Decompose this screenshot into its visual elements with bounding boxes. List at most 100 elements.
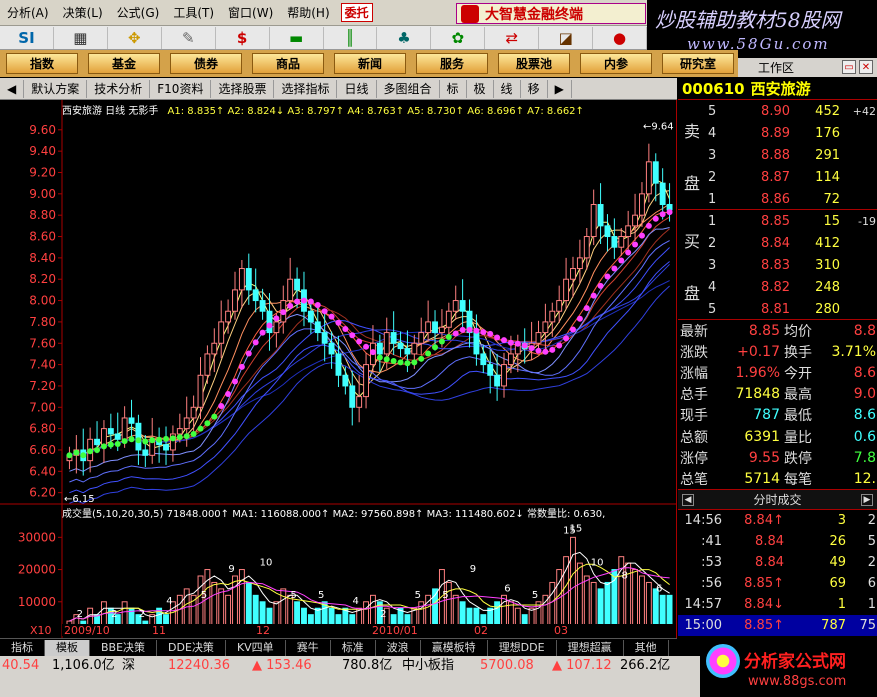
candle-body	[473, 332, 480, 355]
sell-level: 3	[708, 147, 717, 163]
candle-body	[632, 214, 639, 227]
buy-row[interactable]: 4 8.82 248	[708, 276, 877, 298]
indicator-tab[interactable]: 赢模板特	[421, 639, 488, 656]
buy-row[interactable]: 3 8.83 310	[708, 254, 877, 276]
menu-formula[interactable]: 公式(G)	[110, 4, 167, 21]
basket-icon[interactable]: ◪	[539, 26, 594, 49]
move-icon[interactable]: ✥	[108, 26, 162, 49]
sell-row[interactable]: 1 8.86 72	[708, 188, 877, 210]
tool-extreme[interactable]: 极	[467, 79, 494, 98]
quick-insider-button[interactable]: 内参	[580, 53, 652, 74]
quick-fund-button[interactable]: 基金	[88, 53, 160, 74]
candle-body	[383, 332, 390, 355]
menu-window[interactable]: 窗口(W)	[221, 4, 280, 21]
buy-level: 5	[708, 301, 717, 317]
logo-88gs: 分析家公式网 www.88gs.com	[700, 638, 877, 697]
pen-icon[interactable]: ✎	[162, 26, 216, 49]
quick-service-button[interactable]: 服务	[416, 53, 488, 74]
trend-dot	[363, 343, 370, 350]
tool-multi-chart[interactable]: 多图组合	[377, 79, 440, 98]
stat-key: 今开	[784, 365, 812, 382]
bars-icon[interactable]: ║	[324, 26, 378, 49]
quick-commodity-button[interactable]: 商品	[252, 53, 324, 74]
tool-move[interactable]: 移	[521, 79, 548, 98]
tool-default-scheme[interactable]: 默认方案	[24, 79, 88, 98]
quick-news-button[interactable]: 新闻	[334, 53, 406, 74]
menu-tools[interactable]: 工具(T)	[166, 4, 221, 21]
sell-row[interactable]: 4 8.89 176	[708, 122, 877, 144]
dollar-icon[interactable]: $	[216, 26, 270, 49]
indicator-tab[interactable]: 赛牛	[286, 639, 331, 656]
menu-help[interactable]: 帮助(H)	[280, 4, 336, 21]
tick-count: 75	[859, 618, 876, 633]
indicator-tab[interactable]: 其他	[624, 639, 669, 656]
sell-row[interactable]: 3 8.88 291	[708, 144, 877, 166]
volume-tick-label: 20000	[18, 563, 56, 577]
volume-label: 10	[591, 558, 604, 569]
arrows-icon[interactable]: ⇄	[485, 26, 540, 49]
candle-body	[494, 374, 501, 387]
trend-dot	[287, 302, 294, 309]
menu-analysis[interactable]: 分析(A)	[0, 4, 56, 21]
tick-prev-icon[interactable]: ◀	[682, 493, 694, 506]
tool-mark[interactable]: 标	[440, 79, 467, 98]
indicator-tab[interactable]: 标准	[331, 639, 376, 656]
chevron-left-icon[interactable]: ◀	[0, 79, 25, 98]
status-bar: 40.54 1,106.0亿 深 12240.36 ▲ 153.46 780.8…	[0, 656, 720, 697]
menu-decision[interactable]: 决策(L)	[56, 4, 110, 21]
banner-title: 炒股辅助教材58股网	[655, 8, 841, 32]
indicator-tab[interactable]: 理想DDE	[488, 639, 557, 656]
tool-tech-analysis[interactable]: 技术分析	[87, 79, 151, 98]
indicator-tab[interactable]: 理想超赢	[557, 639, 624, 656]
buy-row[interactable]: 5 8.81 280	[708, 298, 877, 320]
sell-row[interactable]: 2 8.87 114	[708, 166, 877, 188]
trend-dot	[300, 297, 307, 304]
sell-row[interactable]: 5 8.90 452 +42	[708, 100, 877, 122]
quick-research-button[interactable]: 研究室	[662, 53, 734, 74]
calculator-icon[interactable]: ▦	[54, 26, 108, 49]
quick-bond-button[interactable]: 债券	[170, 53, 242, 74]
tool-period[interactable]: 日线	[337, 79, 377, 98]
candle-body	[328, 342, 335, 355]
weituo-button[interactable]: 委托	[340, 3, 373, 22]
tick-next-icon[interactable]: ▶	[861, 493, 873, 506]
restore-icon[interactable]: ▭	[842, 60, 856, 74]
indicator-tab[interactable]: 波浪	[376, 639, 421, 656]
buy-row[interactable]: 1 8.85 15 -19	[708, 210, 877, 232]
tree-icon[interactable]: ♣	[377, 26, 432, 49]
ma-legend: 西安旅游 日线 无影手 A1: 8.835↑ A2: 8.824↓ A3: 8.…	[62, 102, 674, 116]
indicator-tab[interactable]: 指标	[0, 639, 45, 656]
tick-time: 14:56	[684, 513, 722, 528]
stat-key: 总手	[680, 387, 708, 404]
candle-body	[142, 449, 149, 456]
indicator-tab[interactable]: KV四单	[226, 639, 286, 656]
plant-icon[interactable]: ✿	[431, 26, 486, 49]
trend-dot	[183, 433, 190, 440]
candle-body	[576, 257, 583, 270]
tool-line[interactable]: 线	[494, 79, 521, 98]
kline-chart[interactable]: 9.60 9.40 9.20 9.00 8.80 8.60 8.40 8.20 8.00 7.80…	[0, 100, 677, 638]
candle-body	[411, 342, 418, 355]
indicator-tab[interactable]: DDE决策	[157, 639, 226, 656]
si-icon[interactable]: SI	[0, 26, 54, 49]
candle-body	[114, 433, 121, 440]
buy-price: 8.83	[761, 257, 790, 273]
candle-body	[218, 321, 225, 344]
sell-volume: 114	[815, 169, 840, 185]
candle-body	[294, 278, 301, 291]
tool-f10[interactable]: F10资料	[150, 79, 212, 98]
window-controls: ▭ ✕	[842, 60, 873, 74]
chevron-right-icon[interactable]: ▶	[548, 79, 572, 98]
close-icon[interactable]: ✕	[859, 60, 873, 74]
quick-stockpool-button[interactable]: 股票池	[498, 53, 570, 74]
trend-dot	[66, 452, 73, 459]
tool-select-indicator[interactable]: 选择指标	[274, 79, 338, 98]
buy-row[interactable]: 2 8.84 412	[708, 232, 877, 254]
flag-icon[interactable]: ▬	[270, 26, 324, 49]
quick-index-button[interactable]: 指数	[6, 53, 78, 74]
indicator-tab[interactable]: BBE决策	[90, 639, 158, 656]
meat-icon[interactable]: ●	[593, 26, 648, 49]
indicator-tab[interactable]: 模板	[45, 639, 90, 656]
trend-dot	[480, 329, 487, 336]
tool-select-stock[interactable]: 选择股票	[211, 79, 275, 98]
